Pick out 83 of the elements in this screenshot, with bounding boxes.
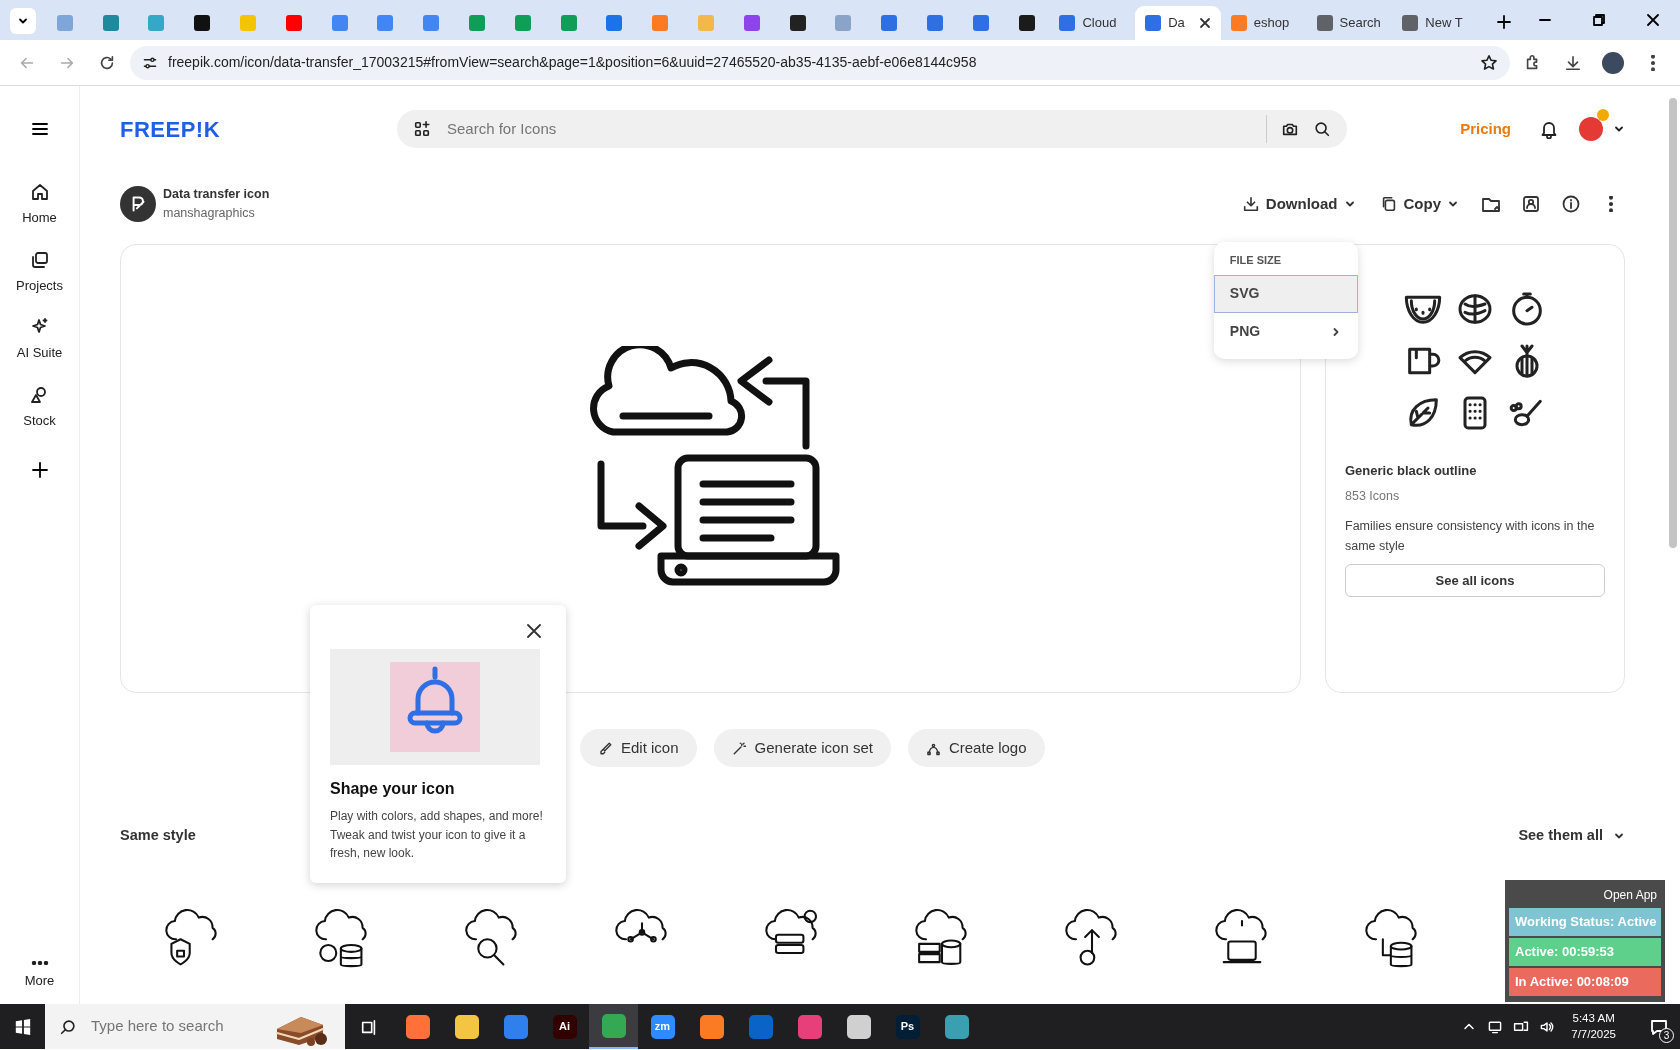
popover-text: Play with colors, add shapes, and more! Tweak and twist your icon to give it a fresh, new look. <box>330 808 544 863</box>
see-them-all-link[interactable]: See them all <box>1518 825 1625 847</box>
tab-title: Search <box>1339 14 1381 33</box>
taskbar-search-field[interactable]: Type here to search <box>45 1004 345 1049</box>
reload-icon <box>98 53 116 72</box>
menu-option[interactable]: SVG <box>1213 274 1358 313</box>
family-title: Generic black outline <box>1345 462 1478 480</box>
tab-title: Da <box>1168 14 1185 33</box>
asset-title: Data transfer icon <box>163 186 270 204</box>
see-all-icons-button[interactable]: See all icons <box>1345 564 1605 597</box>
more-button[interactable]: More <box>24 960 55 990</box>
author-avatar[interactable] <box>120 186 156 222</box>
sparkle-grid-icon <box>413 120 431 138</box>
search-icon[interactable] <box>1313 120 1331 138</box>
clock-date: 7/7/2025 <box>1571 1026 1616 1042</box>
popover-title: Shape your icon <box>330 779 456 799</box>
author-link[interactable]: manshagraphics <box>163 204 270 223</box>
sidebar-item[interactable]: AI Suite <box>16 317 63 363</box>
download-icon <box>1241 195 1260 213</box>
taskbar-app[interactable] <box>589 1004 638 1049</box>
clock-time: 5:43 AM <box>1571 1011 1616 1026</box>
menu-heading: FILE SIZE <box>1228 253 1283 268</box>
browser-tab[interactable]: Search <box>1306 6 1393 40</box>
action-button[interactable]: Copy <box>1373 192 1465 216</box>
bell-icon[interactable] <box>1539 119 1559 139</box>
action-button[interactable]: Download <box>1235 192 1362 216</box>
address-bar[interactable]: freepik.com/icon/data-transfer_17003215#fromView=search&page=1&position=6&uuid=27465520-ab35-4135-aebf-e06e8144c958 <box>130 45 1510 80</box>
bookmark-star-icon[interactable] <box>1480 53 1498 72</box>
tool-button[interactable]: Edit icon <box>580 729 697 767</box>
logo[interactable]: FREEP!K <box>120 112 397 146</box>
profile-avatar[interactable] <box>1602 51 1624 74</box>
search-icon <box>59 1017 77 1036</box>
sidebar-item[interactable]: Stock <box>23 384 56 430</box>
notification-count: 3 <box>1659 1028 1674 1043</box>
open-app-link[interactable]: Open App <box>1513 886 1657 904</box>
tab-title: New T <box>1425 14 1463 33</box>
scrollbar[interactable] <box>1669 98 1677 548</box>
search-field[interactable]: Search for Icons <box>397 110 1347 148</box>
browser-tab[interactable]: Da <box>1135 6 1221 40</box>
windows-icon <box>13 1017 32 1036</box>
task-view-icon <box>360 1017 378 1036</box>
notification-button[interactable]: 3 <box>1638 1004 1680 1049</box>
url-text: freepik.com/icon/data-transfer_17003215#fromView=search&page=1&position=6&uuid=27465520-ab35-4135-aebf-e06e8144c958 <box>168 53 977 72</box>
download-icon <box>1564 53 1582 72</box>
plus-icon <box>29 460 50 480</box>
browser-tab[interactable]: New T <box>1392 6 1478 40</box>
more-menu-icon <box>1651 54 1655 71</box>
tab-list-button[interactable] <box>10 8 36 34</box>
status-bar: Working Status: Active <box>1509 908 1661 936</box>
sidebar-item[interactable]: Projects <box>16 249 63 295</box>
close-icon[interactable] <box>1198 17 1211 29</box>
section-heading: Same style <box>120 826 196 845</box>
tab-title: Cloud <box>1082 14 1117 33</box>
sidebar-item[interactable]: Home <box>22 182 57 228</box>
browser-tab[interactable]: Cloud <box>1049 6 1136 40</box>
taskbar-app[interactable]: Ps <box>883 1004 932 1049</box>
tool-button[interactable]: Generate icon set <box>713 729 891 767</box>
search-input[interactable]: Search for Icons <box>445 116 1252 142</box>
plus-icon <box>1496 15 1511 29</box>
more-icon <box>30 960 49 965</box>
search-input[interactable]: Type here to search <box>89 1014 259 1039</box>
more-vertical-icon <box>1609 196 1613 212</box>
magic-wand-icon <box>731 740 747 756</box>
projects-icon <box>29 249 50 270</box>
close-icon <box>1647 14 1659 26</box>
menu-option[interactable]: PNG <box>1213 312 1358 351</box>
restore-icon <box>1593 14 1605 26</box>
user-avatar[interactable] <box>1579 117 1603 141</box>
icon-count: 853 Icons <box>1345 487 1401 505</box>
close-icon <box>527 624 541 638</box>
monitor-icon[interactable] <box>1487 1018 1504 1035</box>
home-icon <box>29 182 50 202</box>
family-description: Families ensure consistency with icons in the same style <box>1345 518 1596 555</box>
status-bar: In Active: 00:08:09 <box>1509 968 1661 996</box>
taskbar-app[interactable]: Ai <box>540 1004 589 1049</box>
image-user-icon <box>1521 194 1541 214</box>
clock[interactable]: 5:43 AM 7/7/2025 <box>1571 1011 1616 1042</box>
tab-title: eshop <box>1253 14 1290 33</box>
browser-tab[interactable]: eshop <box>1220 6 1307 40</box>
info-icon <box>1561 194 1581 214</box>
tool-button[interactable]: Create logo <box>907 729 1045 767</box>
status-bar: Active: 00:59:53 <box>1509 938 1661 966</box>
brush-icon <box>598 740 613 756</box>
